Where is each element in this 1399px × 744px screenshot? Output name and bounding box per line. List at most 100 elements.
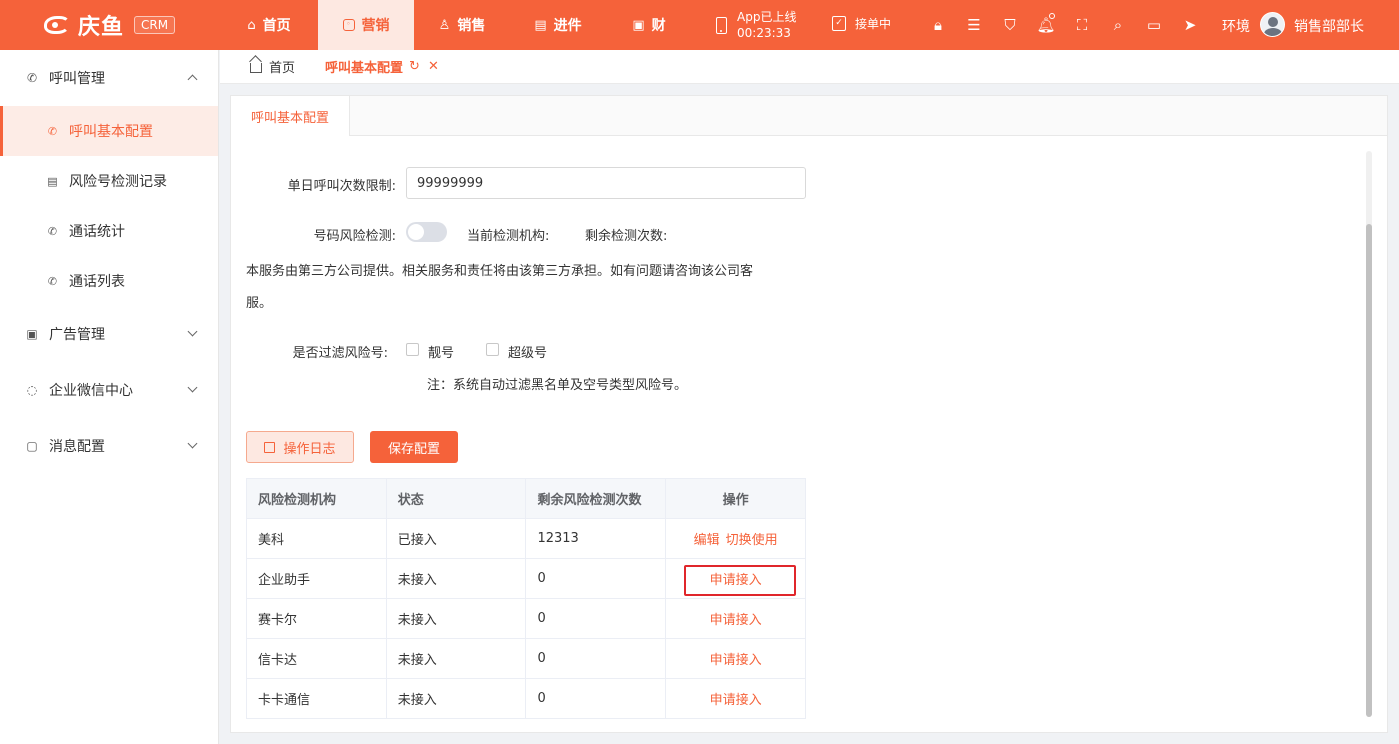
pretty-number-checkbox[interactable]: [406, 343, 419, 356]
search-icon[interactable]: ⌕: [1100, 13, 1136, 37]
col-remaining: 剩余风险检测次数: [525, 478, 667, 519]
cell-remaining: 0: [525, 638, 667, 679]
col-status: 状态: [385, 478, 527, 519]
daily-limit-input[interactable]: [406, 167, 806, 199]
sidebar-item-label: 通话列表: [69, 274, 125, 290]
nav-item-label: 财: [651, 18, 666, 34]
action-link[interactable]: 切换使用: [726, 533, 778, 548]
fullscreen-icon[interactable]: ⛶: [1064, 13, 1100, 37]
action-link[interactable]: 编辑: [694, 533, 720, 548]
sidebar-item-label: 风险号检测记录: [69, 174, 167, 190]
cell-remaining: 0: [525, 678, 667, 719]
nav-item-label: 营销: [361, 18, 390, 34]
nav-item-3[interactable]: ▤ 进件: [510, 0, 606, 50]
sidebar-item-0-1[interactable]: ▤ 风险号检测记录: [0, 156, 218, 206]
cell-agency: 赛卡尔: [246, 598, 387, 639]
home-icon: ⌂: [247, 17, 256, 33]
operation-log-button[interactable]: 操作日志: [246, 431, 354, 463]
panel-tabs: 呼叫基本配置: [231, 96, 1387, 136]
action-link[interactable]: 申请接入: [710, 693, 762, 708]
brand-name: 庆鱼: [78, 15, 125, 40]
check-square-icon: ✓: [832, 16, 846, 31]
nav-item-0[interactable]: ⌂ 首页: [220, 0, 318, 50]
lock-icon[interactable]: 🔒︎: [920, 13, 956, 37]
bell-icon[interactable]: 🔔︎: [1028, 13, 1064, 37]
risk-check-label: 号码风险检测:: [313, 229, 396, 244]
app-status[interactable]: App已上线 00:23:33: [716, 6, 796, 44]
breadcrumb-current-tab[interactable]: 呼叫基本配置: [325, 57, 403, 76]
sidebar-group-label: 广告管理: [49, 327, 105, 343]
col-agency: 风险检测机构: [246, 478, 387, 519]
breadcrumb-home[interactable]: 首页: [269, 57, 295, 76]
cell-agency: 企业助手: [246, 558, 387, 599]
refresh-icon[interactable]: ↻: [409, 59, 420, 74]
receive-orders-label: 接单中: [855, 17, 892, 31]
table-row: 企业助手 未接入 0 申请接入: [246, 558, 806, 599]
app-status-text: App已上线: [737, 10, 797, 24]
table-row: 美科 已接入 12313 编辑 切换使用: [246, 518, 806, 559]
sidebar-group-3[interactable]: ▢ 消息配置: [0, 418, 218, 474]
vertical-scrollbar[interactable]: [1366, 151, 1372, 717]
chevron-down-icon: [187, 382, 198, 393]
call-list-icon: ✆: [47, 274, 58, 288]
home-icon: [250, 62, 262, 73]
sidebar-item-0-0[interactable]: ✆ 呼叫基本配置: [0, 106, 218, 156]
finance-icon: ▣: [632, 17, 645, 33]
close-icon[interactable]: ✕: [428, 59, 439, 74]
nav-item-4[interactable]: ▣ 财: [606, 0, 692, 50]
sidebar-group-1[interactable]: ▣ 广告管理: [0, 306, 218, 362]
receive-orders-toggle[interactable]: ✓ 接单中: [832, 15, 891, 32]
sidebar-item-label: 通话统计: [69, 224, 125, 240]
pretty-number-label[interactable]: 靓号: [428, 342, 454, 361]
cell-status: 未接入: [385, 638, 527, 679]
disclaimer-text: 本服务由第三方公司提供。相关服务和责任将由该第三方承担。如有问题请咨询该公司客: [246, 264, 754, 279]
sidebar-group-0[interactable]: ✆ 呼叫管理: [0, 50, 218, 106]
table-header-row: 风险检测机构 状态 剩余风险检测次数 操作: [246, 478, 806, 519]
briefcase-icon[interactable]: ▭: [1136, 13, 1172, 37]
cell-remaining: 12313: [525, 518, 667, 559]
filter-note: 注：系统自动过滤黑名单及空号类型风险号。: [427, 378, 688, 393]
scrollbar-thumb[interactable]: [1366, 224, 1372, 717]
save-config-button[interactable]: 保存配置: [370, 431, 458, 463]
cell-actions: 编辑 切换使用: [665, 518, 806, 559]
sidebar: ✆ 呼叫管理 ✆ 呼叫基本配置 ▤ 风险号检测记录 ✆ 通话统计 ✆ 通话列表 ▣ 广告管理 ◌ 企业微信…: [0, 50, 219, 744]
risk-check-switch[interactable]: [406, 222, 447, 242]
cell-status: 已接入: [385, 518, 527, 559]
environment-label[interactable]: 环境: [1222, 16, 1250, 36]
nav-item-label: 销售: [457, 18, 486, 34]
toolbar-icons: 🔒︎ ☰ ⛉ 🔔︎ ⛶ ⌕ ▭ ➤: [920, 13, 1208, 37]
edit-icon: [264, 441, 276, 453]
app-online-timer: 00:23:33: [737, 26, 791, 40]
sidebar-group-label: 消息配置: [49, 439, 105, 455]
sidebar-item-0-2[interactable]: ✆ 通话统计: [0, 206, 218, 256]
filter-risk-label: 是否过滤风险号:: [292, 346, 388, 361]
table-row: 信卡达 未接入 0 申请接入: [246, 638, 806, 679]
sidebar-item-0-3[interactable]: ✆ 通话列表: [0, 256, 218, 306]
shirt-icon[interactable]: ⛉: [992, 13, 1028, 37]
avatar[interactable]: [1260, 12, 1285, 37]
super-number-checkbox[interactable]: [486, 343, 499, 356]
crm-badge: CRM: [134, 16, 176, 34]
action-link[interactable]: 申请接入: [710, 653, 762, 668]
notification-dot: [1049, 13, 1055, 19]
super-number-label[interactable]: 超级号: [508, 342, 547, 361]
search-list-icon[interactable]: ☰: [956, 13, 992, 37]
nav-item-2[interactable]: ♙ 销售: [414, 0, 510, 50]
username[interactable]: 销售部部长: [1294, 16, 1364, 36]
chevron-up-icon: [187, 74, 198, 85]
brand-logo[interactable]: 庆鱼 CRM: [0, 0, 220, 50]
tab-call-basic-config[interactable]: 呼叫基本配置: [231, 96, 351, 136]
application-icon: ▤: [534, 17, 547, 33]
cell-status: 未接入: [385, 598, 527, 639]
nav-item-label: 首页: [262, 18, 291, 34]
nav-item-1[interactable]: ◦ 营销: [318, 0, 414, 50]
sales-icon: ♙: [438, 17, 451, 33]
risk-agency-table: 风险检测机构 状态 剩余风险检测次数 操作 美科 已接入 12313 编辑 切换使用 企业…: [246, 478, 806, 719]
operation-log-label: 操作日志: [283, 441, 336, 457]
action-link[interactable]: 申请接入: [710, 613, 762, 628]
chevron-down-icon: [187, 326, 198, 337]
send-icon[interactable]: ➤: [1172, 13, 1208, 37]
marketing-icon: ◦: [342, 19, 355, 31]
action-link[interactable]: 申请接入: [710, 573, 762, 588]
sidebar-group-2[interactable]: ◌ 企业微信中心: [0, 362, 218, 418]
